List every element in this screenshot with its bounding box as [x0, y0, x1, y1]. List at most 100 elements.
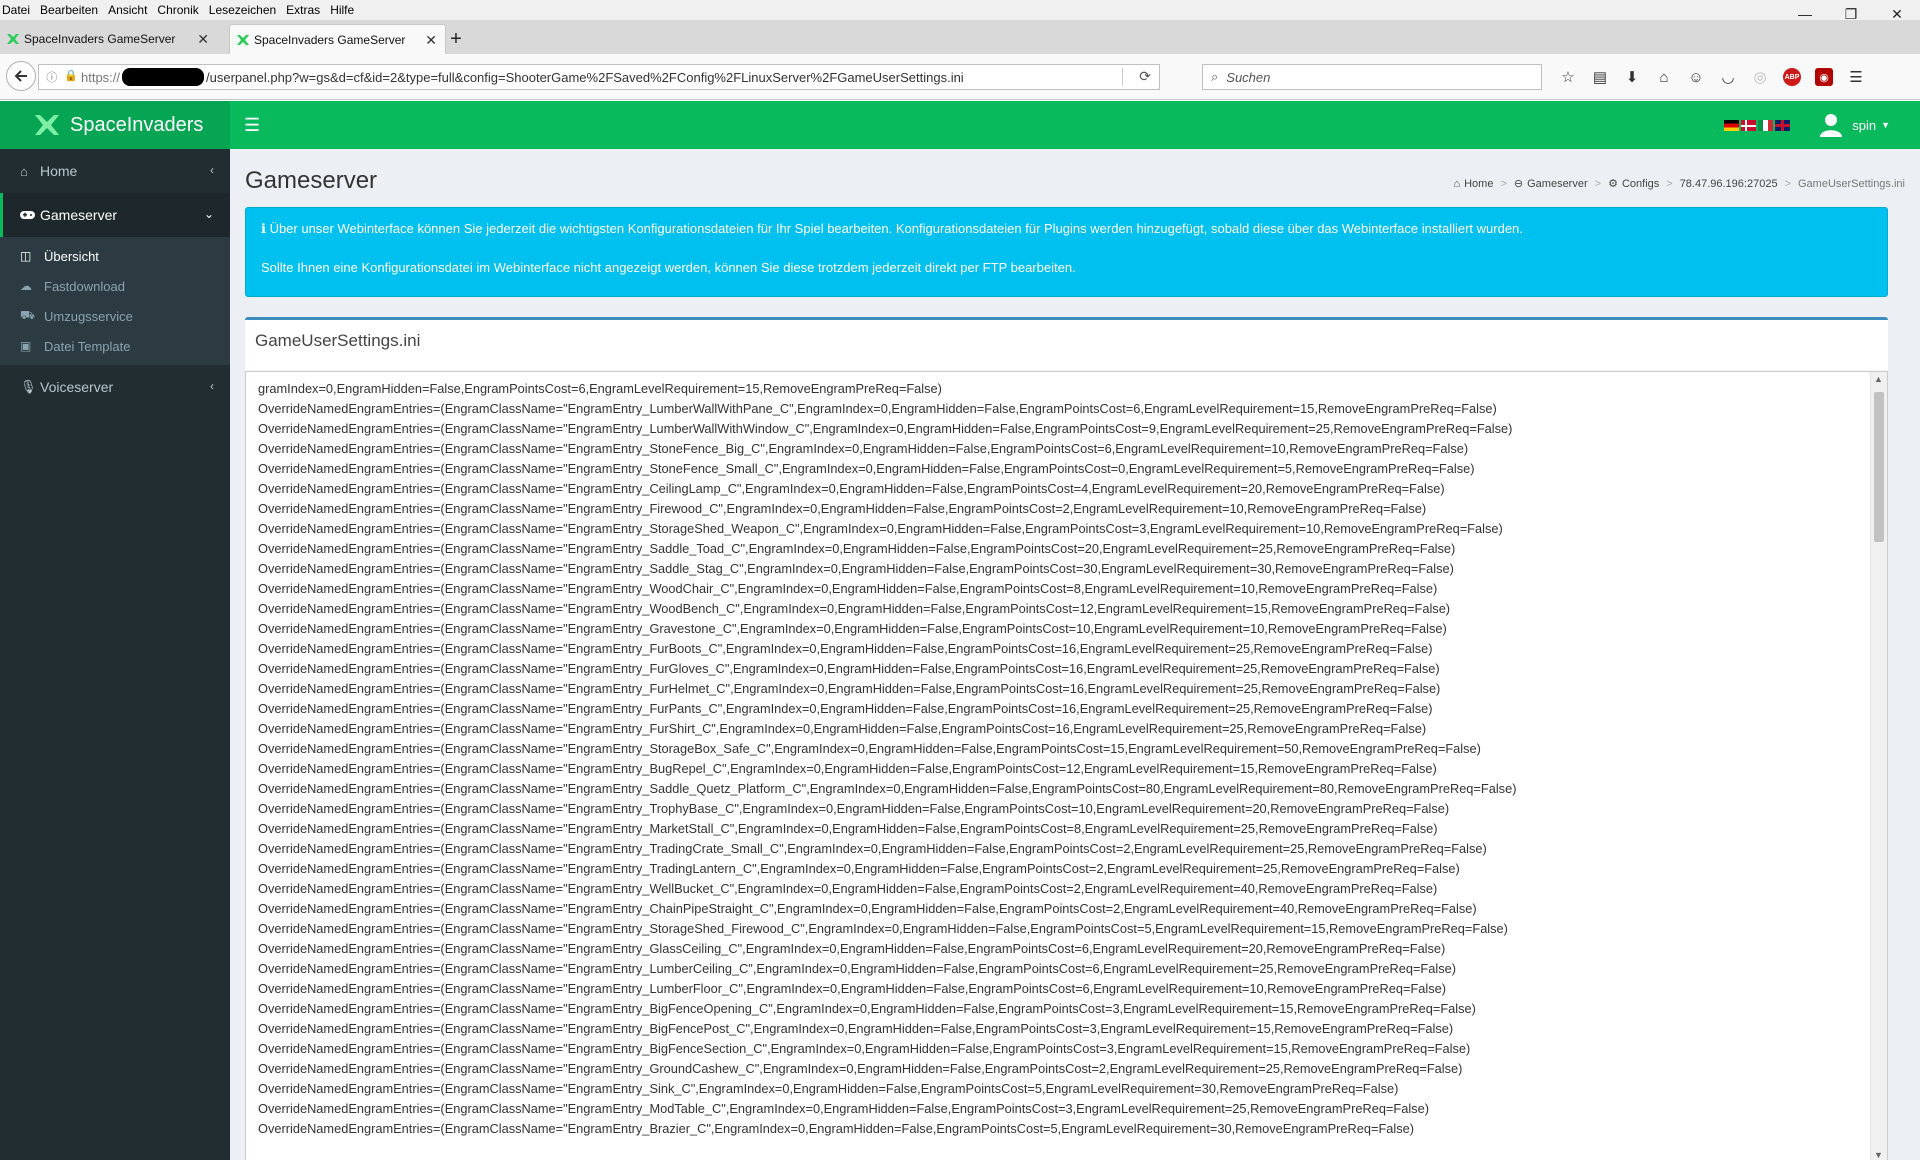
menu-chronik[interactable]: Chronik	[152, 3, 203, 17]
breadcrumb-configs[interactable]: ⚙ Configs	[1608, 177, 1659, 191]
brand-name: SpaceInvaders	[70, 113, 204, 136]
lock-warning-icon[interactable]: 🔒	[64, 69, 78, 85]
info-circle-icon: ℹ	[261, 221, 270, 236]
chat-icon[interactable]: ☺	[1680, 66, 1712, 88]
flag-gb-icon[interactable]	[1775, 120, 1790, 131]
reading-list-icon[interactable]: ▤	[1584, 66, 1616, 88]
menu-lesezeichen[interactable]: Lesezeichen	[204, 3, 281, 17]
breadcrumb-gameserver[interactable]: ⊖ Gameserver	[1514, 177, 1588, 191]
menu-extras[interactable]: Extras	[281, 3, 325, 17]
url-path: /userpanel.php?w=gs&d=cf&id=2&type=full&…	[206, 69, 964, 85]
new-tab-button[interactable]: +	[443, 26, 469, 52]
sidebar: ⌂ Home ‹ Gameserver ⌄ ◫ Übersicht ☁ Fast…	[0, 149, 230, 1160]
browser-menu-icon[interactable]: ☰	[1840, 66, 1872, 88]
config-line: OverrideNamedEngramEntries=(EngramClassN…	[258, 1041, 1471, 1056]
chevron-left-icon: ‹	[210, 379, 214, 393]
config-line: OverrideNamedEngramEntries=(EngramClassN…	[258, 821, 1438, 836]
tab-close-icon[interactable]: ✕	[197, 31, 209, 48]
page-title: Gameserver	[245, 167, 378, 194]
config-line: OverrideNamedEngramEntries=(EngramClassN…	[258, 1061, 1463, 1076]
download-icon[interactable]: ⬇	[1616, 66, 1648, 88]
config-line: OverrideNamedEngramEntries=(EngramClassN…	[258, 921, 1508, 936]
pocket-icon[interactable]: ◡	[1712, 66, 1744, 88]
editor-scrollbar[interactable]: ▲ ▼	[1870, 372, 1887, 1160]
config-line: gramIndex=0,EngramHidden=False,EngramPoi…	[258, 381, 942, 396]
config-line: OverrideNamedEngramEntries=(EngramClassN…	[258, 801, 1450, 816]
config-line: OverrideNamedEngramEntries=(EngramClassN…	[258, 841, 1487, 856]
reload-icon[interactable]: ⟳	[1139, 68, 1151, 85]
config-line: OverrideNamedEngramEntries=(EngramClassN…	[258, 481, 1445, 496]
caret-down-icon: ▼	[1881, 120, 1890, 130]
sidebar-subitem-label: Fastdownload	[44, 278, 125, 294]
truck-icon: ⛟	[20, 308, 36, 322]
config-line: OverrideNamedEngramEntries=(EngramClassN…	[258, 661, 1440, 676]
sidebar-item-home[interactable]: ⌂ Home ‹	[0, 149, 230, 193]
breadcrumb-server-address[interactable]: 78.47.96.196:27025	[1680, 178, 1778, 190]
sidebar-subitem-umzugsservice[interactable]: ⛟ Umzugsservice	[0, 301, 230, 331]
search-icon: ⌕	[1211, 69, 1219, 84]
breadcrumb-home[interactable]: ⌂ Home	[1453, 178, 1493, 190]
toolbar-icons: ☆ ▤ ⬇ ⌂ ☺ ◡ ◎ ABP ◉ ☰	[1552, 66, 1872, 88]
scroll-up-icon[interactable]: ▲	[1874, 374, 1883, 384]
content-header: Gameserver ⌂ Home > ⊖ Gameserver > ⚙ Config…	[245, 161, 1905, 201]
sidebar-subitem-fastdownload[interactable]: ☁ Fastdownload	[0, 271, 230, 301]
sidebar-subitem-uebersicht[interactable]: ◫ Übersicht	[0, 241, 230, 271]
language-flags	[1724, 120, 1790, 131]
flag-de-icon[interactable]	[1724, 120, 1739, 131]
config-line: OverrideNamedEngramEntries=(EngramClassN…	[258, 681, 1441, 696]
config-line: OverrideNamedEngramEntries=(EngramClassN…	[258, 601, 1451, 616]
menu-datei[interactable]: Datei	[0, 3, 35, 17]
menu-bearbeiten[interactable]: Bearbeiten	[35, 3, 103, 17]
config-line: OverrideNamedEngramEntries=(EngramClassN…	[258, 781, 1517, 796]
top-header-bar: ☰ spin ▼	[230, 101, 1920, 149]
scroll-down-icon[interactable]: ▼	[1874, 1150, 1883, 1160]
back-button[interactable]	[6, 61, 36, 91]
flag-dk-icon[interactable]	[1741, 120, 1756, 131]
sidebar-item-gameserver[interactable]: Gameserver ⌄	[0, 193, 230, 237]
arrow-left-icon	[14, 70, 27, 82]
save-icon: ▣	[20, 339, 32, 353]
menu-bar: Datei Bearbeiten Ansicht Chronik Lesezei…	[0, 0, 1920, 20]
config-line: OverrideNamedEngramEntries=(EngramClassN…	[258, 521, 1503, 536]
config-textarea[interactable]: gramIndex=0,EngramHidden=False,EngramPoi…	[245, 371, 1888, 1160]
sidebar-item-label: Voiceserver	[40, 379, 114, 395]
url-bar[interactable]: ⓘ 🔒 https:// /userpanel.php?w=gs&d=cf&id…	[38, 64, 1160, 90]
alert-text-1: Über unser Webinterface können Sie jeder…	[269, 221, 1523, 236]
sidebar-toggle-icon[interactable]: ☰	[244, 115, 260, 136]
user-menu[interactable]: spin ▼	[1820, 113, 1890, 137]
config-lines: gramIndex=0,EngramHidden=False,EngramPoi…	[258, 379, 1863, 1139]
spaceinvaders-favicon-icon	[237, 35, 249, 45]
tab-close-icon[interactable]: ✕	[425, 32, 437, 49]
navigation-bar: ⓘ 🔒 https:// /userpanel.php?w=gs&d=cf&id…	[0, 54, 1920, 100]
scrollbar-thumb[interactable]	[1874, 392, 1884, 542]
info-alert: ℹ Über unser Webinterface können Sie jed…	[245, 207, 1888, 297]
bookmark-star-icon[interactable]: ☆	[1552, 66, 1584, 88]
menu-ansicht[interactable]: Ansicht	[103, 3, 152, 17]
username: spin	[1852, 117, 1877, 133]
brand-logo[interactable]: SpaceInvaders	[0, 101, 230, 149]
ublock-icon[interactable]: ◉	[1808, 66, 1840, 88]
info-icon[interactable]: ⓘ	[46, 69, 57, 85]
home-browser-icon[interactable]: ⌂	[1648, 66, 1680, 88]
adblock-plus-icon[interactable]: ABP	[1776, 66, 1808, 88]
config-line: OverrideNamedEngramEntries=(EngramClassN…	[258, 721, 1427, 736]
breadcrumb: ⌂ Home > ⊖ Gameserver > ⚙ Configs > 78.47.9…	[1453, 177, 1905, 191]
sidebar-subitem-datei-template[interactable]: ▣ Datei Template	[0, 331, 230, 361]
browser-tab-2[interactable]: SpaceInvaders GameServer ✕	[229, 24, 446, 54]
config-line: OverrideNamedEngramEntries=(EngramClassN…	[258, 1001, 1476, 1016]
config-line: OverrideNamedEngramEntries=(EngramClassN…	[258, 561, 1454, 576]
main-content: Gameserver ⌂ Home > ⊖ Gameserver > ⚙ Config…	[230, 149, 1920, 1160]
search-input[interactable]: ⌕ Suchen	[1202, 64, 1542, 90]
menu-hilfe[interactable]: Hilfe	[325, 3, 359, 17]
sidebar-item-voiceserver[interactable]: 🎙 Voiceserver ‹	[0, 365, 230, 409]
flag-it-icon[interactable]	[1758, 120, 1773, 131]
sync-icon[interactable]: ◎	[1744, 66, 1776, 88]
spaceinvaders-logo-icon	[35, 115, 59, 135]
browser-tab-1[interactable]: SpaceInvaders GameServer ✕	[0, 24, 217, 54]
config-line: OverrideNamedEngramEntries=(EngramClassN…	[258, 501, 1427, 516]
config-line: OverrideNamedEngramEntries=(EngramClassN…	[258, 1021, 1454, 1036]
config-line: OverrideNamedEngramEntries=(EngramClassN…	[258, 881, 1438, 896]
config-line: OverrideNamedEngramEntries=(EngramClassN…	[258, 621, 1447, 636]
sidebar-item-label: Gameserver	[40, 207, 118, 223]
cogs-icon: ⚙	[1608, 178, 1618, 190]
